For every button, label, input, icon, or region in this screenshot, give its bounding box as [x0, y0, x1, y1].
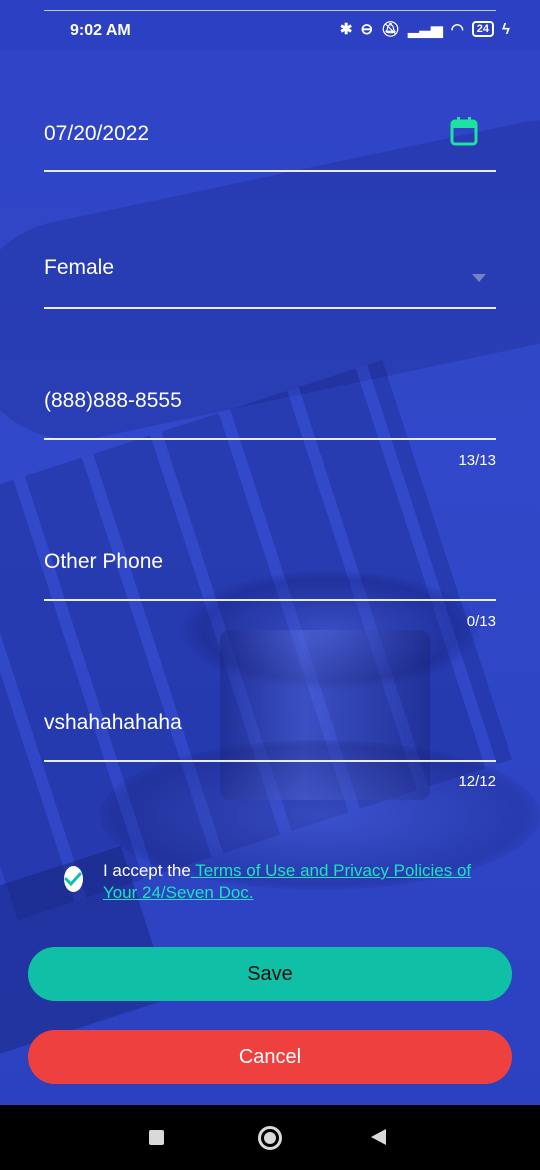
name-value: vshahahahaha: [44, 711, 182, 734]
back-icon[interactable]: [371, 1129, 386, 1145]
battery-icon: 24: [471, 21, 495, 37]
bluetooth-icon: ✱: [339, 21, 353, 38]
save-button[interactable]: Save: [28, 947, 512, 1001]
checkmark-icon: [64, 872, 82, 887]
signal-icon: ▂▃▅: [408, 21, 443, 38]
status-bar: 9:02 AM ✱ ⊖ 🔕︎ ▂▃▅ ◠ 24 ϟ: [0, 0, 540, 50]
charging-icon: ϟ: [502, 20, 510, 38]
status-time: 9:02 AM: [70, 22, 131, 39]
phone-counter: 13/13: [458, 452, 496, 469]
cancel-button[interactable]: Cancel: [28, 1030, 512, 1084]
other-phone-placeholder: Other Phone: [44, 550, 164, 573]
terms-prefix: I accept the: [102, 861, 191, 880]
date-value: 07/20/2022: [44, 122, 150, 145]
other-phone-field[interactable]: Other Phone: [44, 550, 496, 604]
name-underline: [44, 760, 496, 762]
phone-value: (888)888-8555: [44, 389, 182, 412]
gender-underline: [44, 307, 496, 309]
terms-row: I accept the Terms of Use and Privacy Po…: [64, 860, 484, 904]
other-phone-underline: [44, 599, 496, 601]
recents-icon[interactable]: [149, 1130, 164, 1145]
phone-underline: [44, 438, 496, 440]
terms-text: I accept the Terms of Use and Privacy Po…: [103, 860, 484, 904]
mute-icon: 🔕︎: [381, 21, 401, 38]
date-field[interactable]: 07/20/2022: [44, 117, 496, 174]
cancel-label: Cancel: [238, 1045, 302, 1068]
status-divider: [44, 10, 496, 11]
other-phone-counter: 0/13: [466, 613, 496, 630]
gender-select[interactable]: Female: [44, 256, 496, 310]
name-field[interactable]: vshahahahaha: [44, 711, 496, 765]
gender-value: Female: [44, 256, 115, 279]
save-label: Save: [247, 962, 293, 985]
terms-checkbox[interactable]: [64, 866, 83, 892]
toggle-icon: ⊖: [360, 21, 374, 38]
phone-field[interactable]: (888)888-8555: [44, 389, 496, 443]
dropdown-arrow-icon: [472, 274, 486, 282]
status-icons: ✱ ⊖ 🔕︎ ▂▃▅ ◠ 24 ϟ: [339, 20, 510, 39]
calendar-icon[interactable]: [450, 116, 478, 146]
date-underline: [44, 170, 496, 172]
name-counter: 12/12: [458, 773, 496, 790]
battery-level: 24: [476, 23, 490, 35]
wifi-icon: ◠: [450, 21, 464, 38]
navigation-bar: [0, 1105, 540, 1170]
home-icon[interactable]: [258, 1126, 282, 1150]
